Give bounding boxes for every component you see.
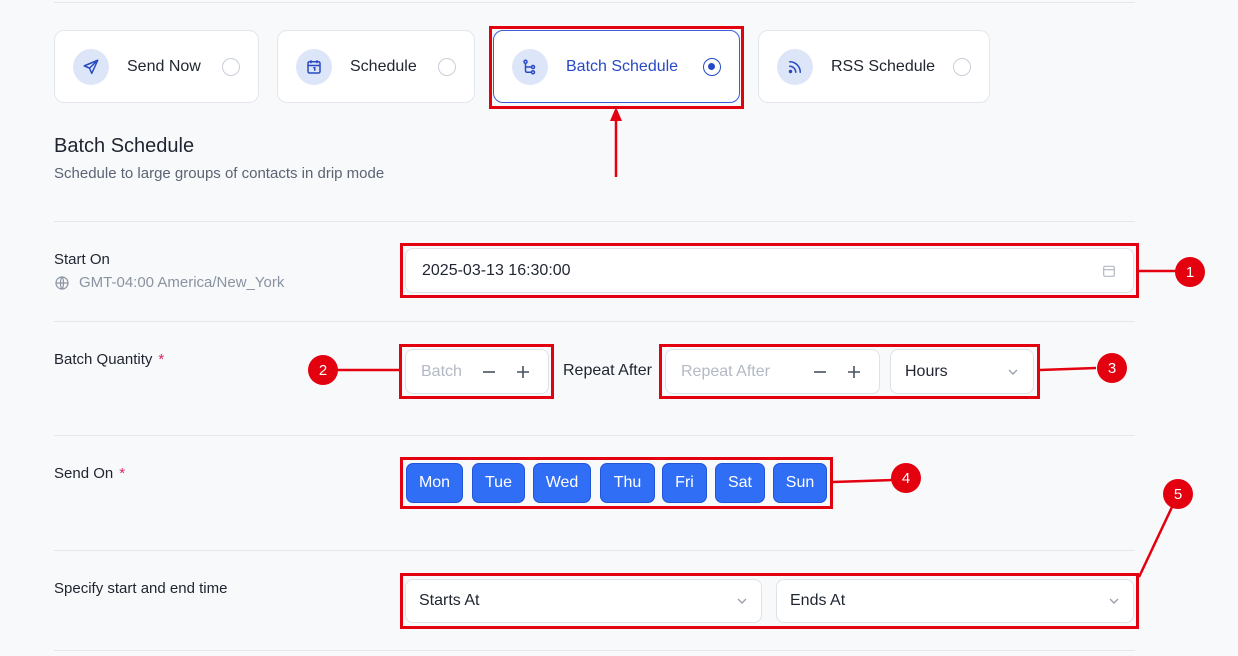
required-mark: * [119, 465, 126, 482]
section-subtitle: Schedule to large groups of contacts in … [54, 165, 385, 182]
repeat-unit-value: Hours [905, 362, 948, 380]
branch-icon [512, 48, 548, 85]
option-radio[interactable] [222, 57, 240, 76]
send-on-label: Send On * [54, 465, 126, 482]
annotation-badge-1: 1 [1175, 257, 1205, 287]
ends-at-select[interactable]: Ends At [776, 579, 1134, 623]
globe-icon [55, 275, 69, 290]
calendar-icon [296, 48, 332, 85]
option-radio[interactable] [953, 57, 971, 76]
minus-icon[interactable] [810, 362, 830, 382]
starts-at-value: Starts At [419, 592, 480, 609]
send-icon [73, 48, 109, 85]
section-title: Batch Schedule [54, 135, 195, 157]
day-button-thu[interactable]: Thu [600, 463, 655, 503]
chevron-down-icon [737, 598, 747, 604]
top-divider [54, 2, 1135, 3]
repeat-after-stepper[interactable]: Repeat After [665, 349, 880, 394]
day-button-fri[interactable]: Fri [662, 463, 707, 503]
annotation-badge-2: 2 [308, 355, 338, 385]
divider [54, 650, 1135, 651]
chevron-down-icon [1008, 369, 1018, 375]
plus-icon[interactable] [513, 362, 533, 382]
repeat-unit-select[interactable]: Hours [890, 349, 1034, 394]
divider [54, 221, 1135, 222]
rss-icon [777, 48, 813, 85]
chevron-down-icon [1109, 598, 1119, 604]
timezone: GMT-04:00 America/New_York [54, 274, 284, 291]
option-label: Send Now [127, 57, 201, 75]
option-radio-checked[interactable] [703, 57, 721, 76]
divider [54, 550, 1135, 551]
batch-stepper[interactable]: Batch [405, 349, 549, 394]
required-mark: * [158, 351, 165, 368]
minus-icon[interactable] [479, 362, 499, 382]
day-button-mon[interactable]: Mon [406, 463, 463, 503]
day-button-wed[interactable]: Wed [533, 463, 591, 503]
repeat-after-placeholder: Repeat After [681, 362, 770, 380]
batch-quantity-label: Batch Quantity * [54, 351, 165, 368]
start-on-label: Start On [54, 251, 110, 268]
day-button-sun[interactable]: Sun [773, 463, 827, 503]
batch-placeholder: Batch [421, 362, 462, 380]
calendar-icon[interactable] [1101, 263, 1117, 279]
time-range-label: Specify start and end time [54, 580, 228, 597]
day-button-tue[interactable]: Tue [472, 463, 525, 503]
day-button-sat[interactable]: Sat [715, 463, 765, 503]
option-rss-schedule[interactable]: RSS Schedule [758, 30, 990, 103]
divider [54, 435, 1135, 436]
option-label: Schedule [350, 57, 417, 75]
starts-at-select[interactable]: Starts At [405, 579, 762, 623]
option-batch-schedule[interactable]: Batch Schedule [493, 30, 740, 103]
start-date-input[interactable]: 2025-03-13 16:30:00 [405, 248, 1134, 293]
ends-at-value: Ends At [790, 592, 846, 609]
annotation-badge-5: 5 [1163, 479, 1193, 509]
option-radio[interactable] [438, 57, 456, 76]
repeat-after-label: Repeat After [563, 362, 652, 379]
option-send-now[interactable]: Send Now [54, 30, 259, 103]
divider [54, 321, 1135, 322]
option-schedule[interactable]: Schedule [277, 30, 475, 103]
plus-icon[interactable] [844, 362, 864, 382]
option-label: RSS Schedule [831, 57, 936, 75]
start-date-value: 2025-03-13 16:30:00 [422, 261, 571, 279]
timezone-text: GMT-04:00 America/New_York [79, 274, 285, 291]
option-label: Batch Schedule [566, 57, 679, 75]
annotation-badge-3: 3 [1097, 353, 1127, 383]
annotation-badge-4: 4 [891, 463, 921, 493]
